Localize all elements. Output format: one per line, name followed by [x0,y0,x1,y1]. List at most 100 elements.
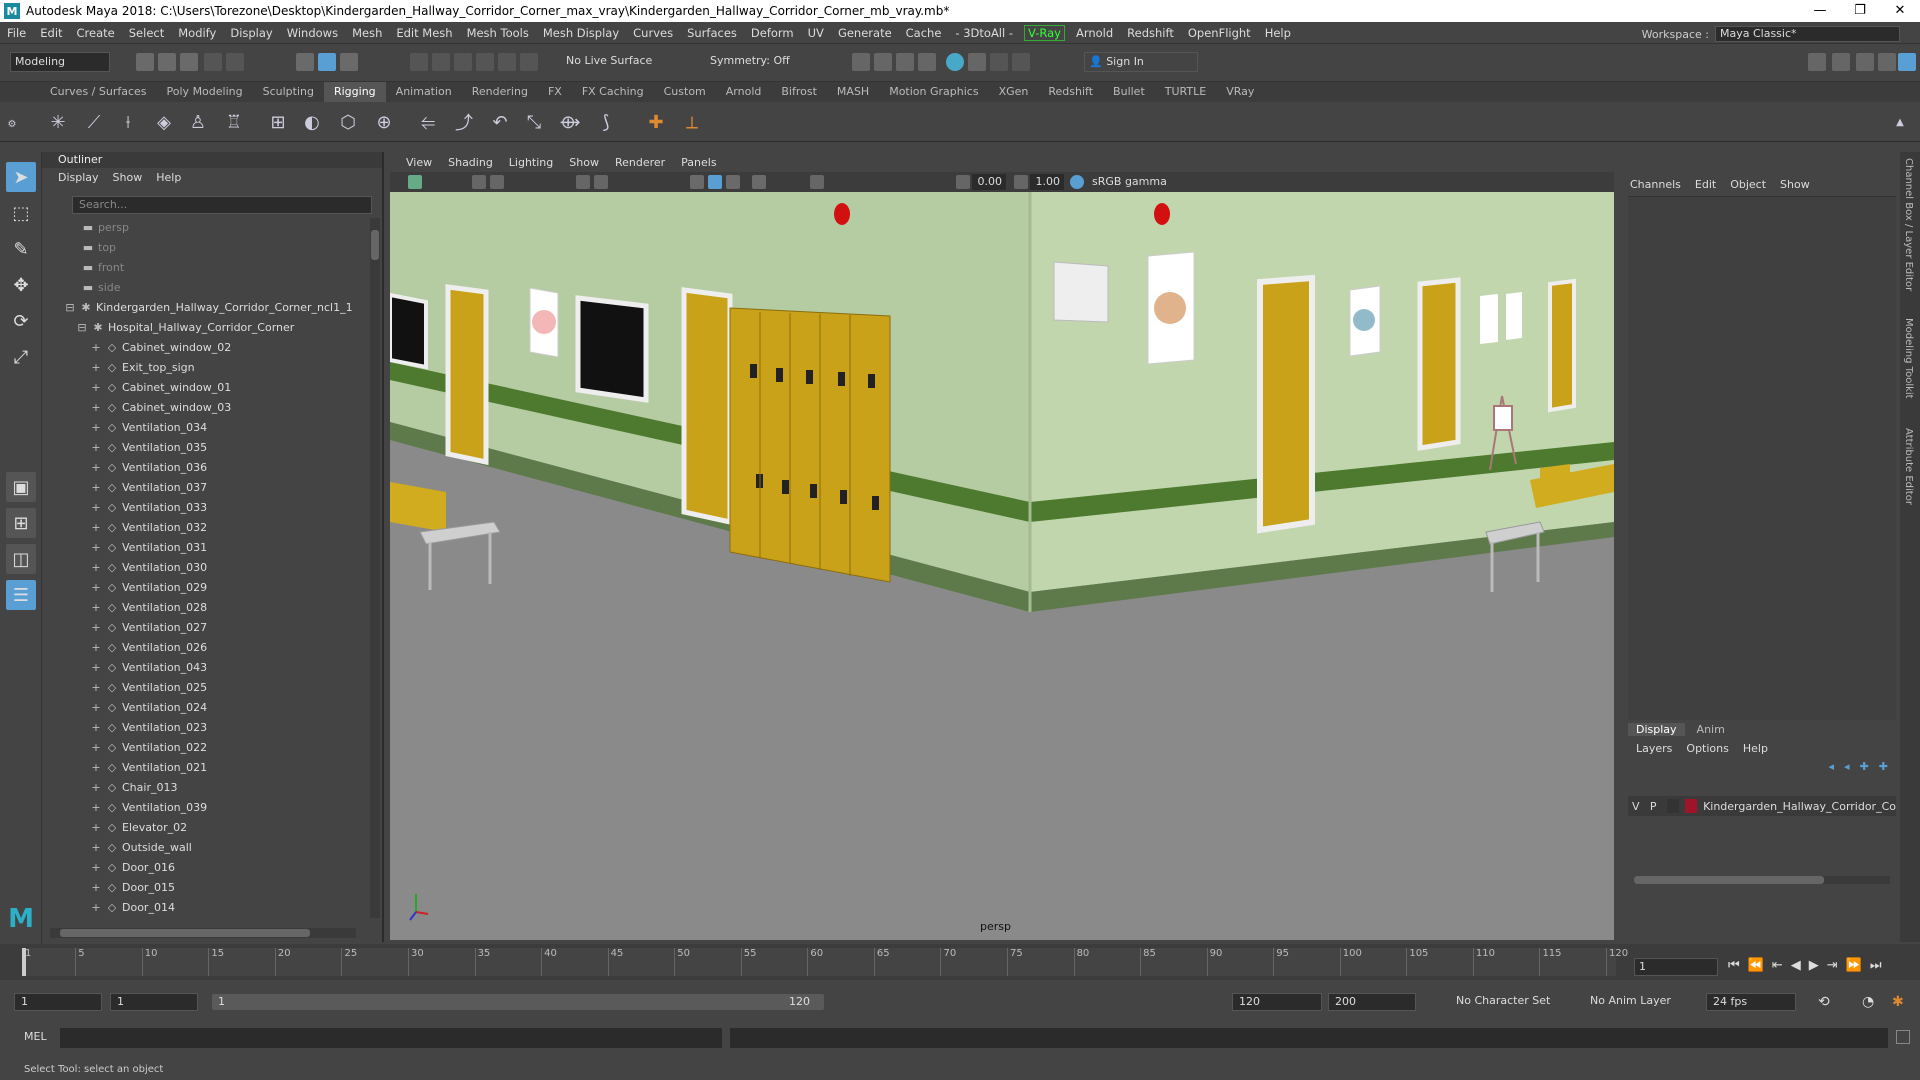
shelf-tab-redshift[interactable]: Redshift [1038,82,1103,102]
menu-edit-mesh[interactable]: Edit Mesh [389,26,459,40]
blend-shape-icon[interactable]: ⥢ [414,108,442,136]
outliner-row[interactable]: + ◇ Elevator_02 [42,818,368,838]
pause-viewport-icon[interactable] [1012,53,1030,71]
shelf-scroll-icon[interactable]: ▲ [1892,108,1908,136]
channel-box-side-tab[interactable]: Channel Box / Layer Editor [1903,158,1914,291]
viewport-menu-view[interactable]: View [398,156,440,169]
four-view-icon[interactable]: ⊞ [6,508,36,538]
render-view-icon[interactable] [852,53,870,71]
color-space-dropdown[interactable]: sRGB gamma [1088,174,1238,190]
expand-toggle-icon[interactable]: + [90,698,102,718]
outliner-row[interactable]: + ◇ Ventilation_037 [42,478,368,498]
modeling-toolkit-side-tab[interactable]: Modeling Toolkit [1903,318,1914,399]
anim-layer-dropdown[interactable]: No Anim Layer [1584,993,1694,1011]
playback-end-field[interactable]: 120 [1232,993,1322,1011]
outliner-row[interactable]: ▬ side [42,278,368,298]
time-ruler[interactable]: 1 5 10 15 20 25 30 35 40 45 50 55 60 65 70 75 80 85 90 95 10… [22,948,1628,976]
expand-toggle-icon[interactable]: + [90,838,102,858]
outliner-horizontal-scrollbar[interactable] [50,928,356,938]
ik-handle-icon[interactable]: ⟋ [80,108,108,136]
script-editor-icon[interactable] [1896,1030,1910,1044]
menu-cache[interactable]: Cache [899,26,949,40]
shelf-tab-curves-surfaces[interactable]: Curves / Surfaces [40,82,157,102]
expand-toggle-icon[interactable]: + [90,878,102,898]
outliner-row[interactable]: + ◇ Ventilation_030 [42,558,368,578]
menu-edit[interactable]: Edit [33,26,69,40]
attribute-editor-side-tab[interactable]: Attribute Editor [1903,428,1914,505]
menu-v-ray[interactable]: V-Ray [1024,24,1065,41]
expand-toggle-icon[interactable]: + [90,738,102,758]
outliner-row[interactable]: + ◇ Cabinet_window_03 [42,398,368,418]
paint-select-icon[interactable]: ✎ [6,234,36,264]
minimize-button[interactable]: — [1800,0,1840,22]
attribute-editor-icon[interactable] [1856,53,1874,71]
fps-dropdown[interactable]: 24 fps [1706,993,1796,1011]
lasso-tool-icon[interactable]: ⬚ [6,198,36,228]
scene-start-field[interactable]: 1 [14,993,102,1011]
move-tool-icon[interactable]: ✥ [6,270,36,300]
maximize-button[interactable]: ❐ [1840,0,1880,22]
outliner-vertical-scrollbar[interactable] [370,218,380,918]
expand-toggle-icon[interactable]: + [90,678,102,698]
outliner-row[interactable]: + ◇ Ventilation_031 [42,538,368,558]
expand-toggle-icon[interactable]: + [90,618,102,638]
shelf-tab-custom[interactable]: Custom [654,82,716,102]
channel-menu-edit[interactable]: Edit [1695,178,1716,191]
lattice-icon[interactable]: ⬡ [334,108,362,136]
expand-toggle-icon[interactable]: + [90,858,102,878]
expand-toggle-icon[interactable]: + [90,418,102,438]
channel-menu-show[interactable]: Show [1780,178,1810,191]
outliner-row[interactable]: + ◇ Ventilation_043 [42,658,368,678]
expand-toggle-icon[interactable]: + [90,458,102,478]
outliner-row[interactable]: + ◇ Ventilation_024 [42,698,368,718]
layer-color-swatch[interactable] [1684,799,1698,813]
humanik-icon[interactable]: ♙ [184,108,212,136]
grid-toggle-icon[interactable] [576,175,590,189]
viewport-menu-lighting[interactable]: Lighting [501,156,561,169]
outliner-row[interactable]: + ◇ Outside_wall [42,838,368,858]
display-layer-row[interactable]: V P Kindergarden_Hallway_Corridor_Co [1628,796,1896,816]
snap-view-icon[interactable] [476,53,494,71]
menu-mesh-display[interactable]: Mesh Display [536,26,626,40]
outliner-row[interactable]: + ◇ Ventilation_022 [42,738,368,758]
point-constraint-icon[interactable]: ⤴ [450,108,478,136]
bookmark-icon[interactable] [472,175,486,189]
shelf-tab-bifrost[interactable]: Bifrost [771,82,827,102]
layer-menu-help[interactable]: Help [1743,742,1768,755]
outliner-row[interactable]: + ◇ Cabinet_window_02 [42,338,368,358]
skeleton-icon[interactable]: ♖ [220,108,248,136]
shelf-tab-fx[interactable]: FX [538,82,572,102]
expand-toggle-icon[interactable]: + [90,478,102,498]
isolate-select-icon[interactable] [810,175,824,189]
anim-tab[interactable]: Anim [1689,723,1733,736]
outliner-row[interactable]: + ◇ Door_015 [42,878,368,898]
expand-toggle-icon[interactable]: + [90,438,102,458]
shelf-tab-bullet[interactable]: Bullet [1103,82,1155,102]
go-to-start-icon[interactable]: ⏮ [1728,958,1740,973]
menu-arnold[interactable]: Arnold [1069,26,1120,40]
current-time-indicator[interactable] [22,948,26,976]
go-to-end-icon[interactable]: ⏭ [1870,958,1882,973]
expand-toggle-icon[interactable]: + [90,718,102,738]
locator-icon[interactable]: ✚ [642,108,670,136]
shelf-tab-vray[interactable]: VRay [1216,82,1264,102]
outliner-row[interactable]: ⊟ ✱ Hospital_Hallway_Corridor_Corner [42,318,368,338]
pole-vector-icon[interactable]: ⟆ [592,108,620,136]
viewport-menu-shading[interactable]: Shading [440,156,501,169]
tool-settings-icon[interactable] [1878,53,1896,71]
snap-grid-icon[interactable] [410,53,428,71]
menu-3dtoall[interactable]: - 3DtoAll - [948,26,1020,40]
sign-in-button[interactable]: 👤 Sign In [1084,52,1198,72]
wireframe-icon[interactable] [690,175,704,189]
outliner-row[interactable]: + ◇ Ventilation_032 [42,518,368,538]
gamma-icon[interactable] [1014,175,1028,189]
menu-redshift[interactable]: Redshift [1120,26,1181,40]
ik-spline-icon[interactable]: ⟊ [114,108,142,136]
outliner-row[interactable]: + ◇ Chair_013 [42,778,368,798]
outliner-row[interactable]: + ◇ Ventilation_036 [42,458,368,478]
channel-box-icon[interactable] [1898,53,1916,71]
gamma-field[interactable]: 1.00 [1030,174,1064,190]
textured-icon[interactable] [726,175,740,189]
expand-toggle-icon[interactable]: ⊟ [64,298,76,318]
parent-constraint-icon[interactable]: ⟴ [556,108,584,136]
